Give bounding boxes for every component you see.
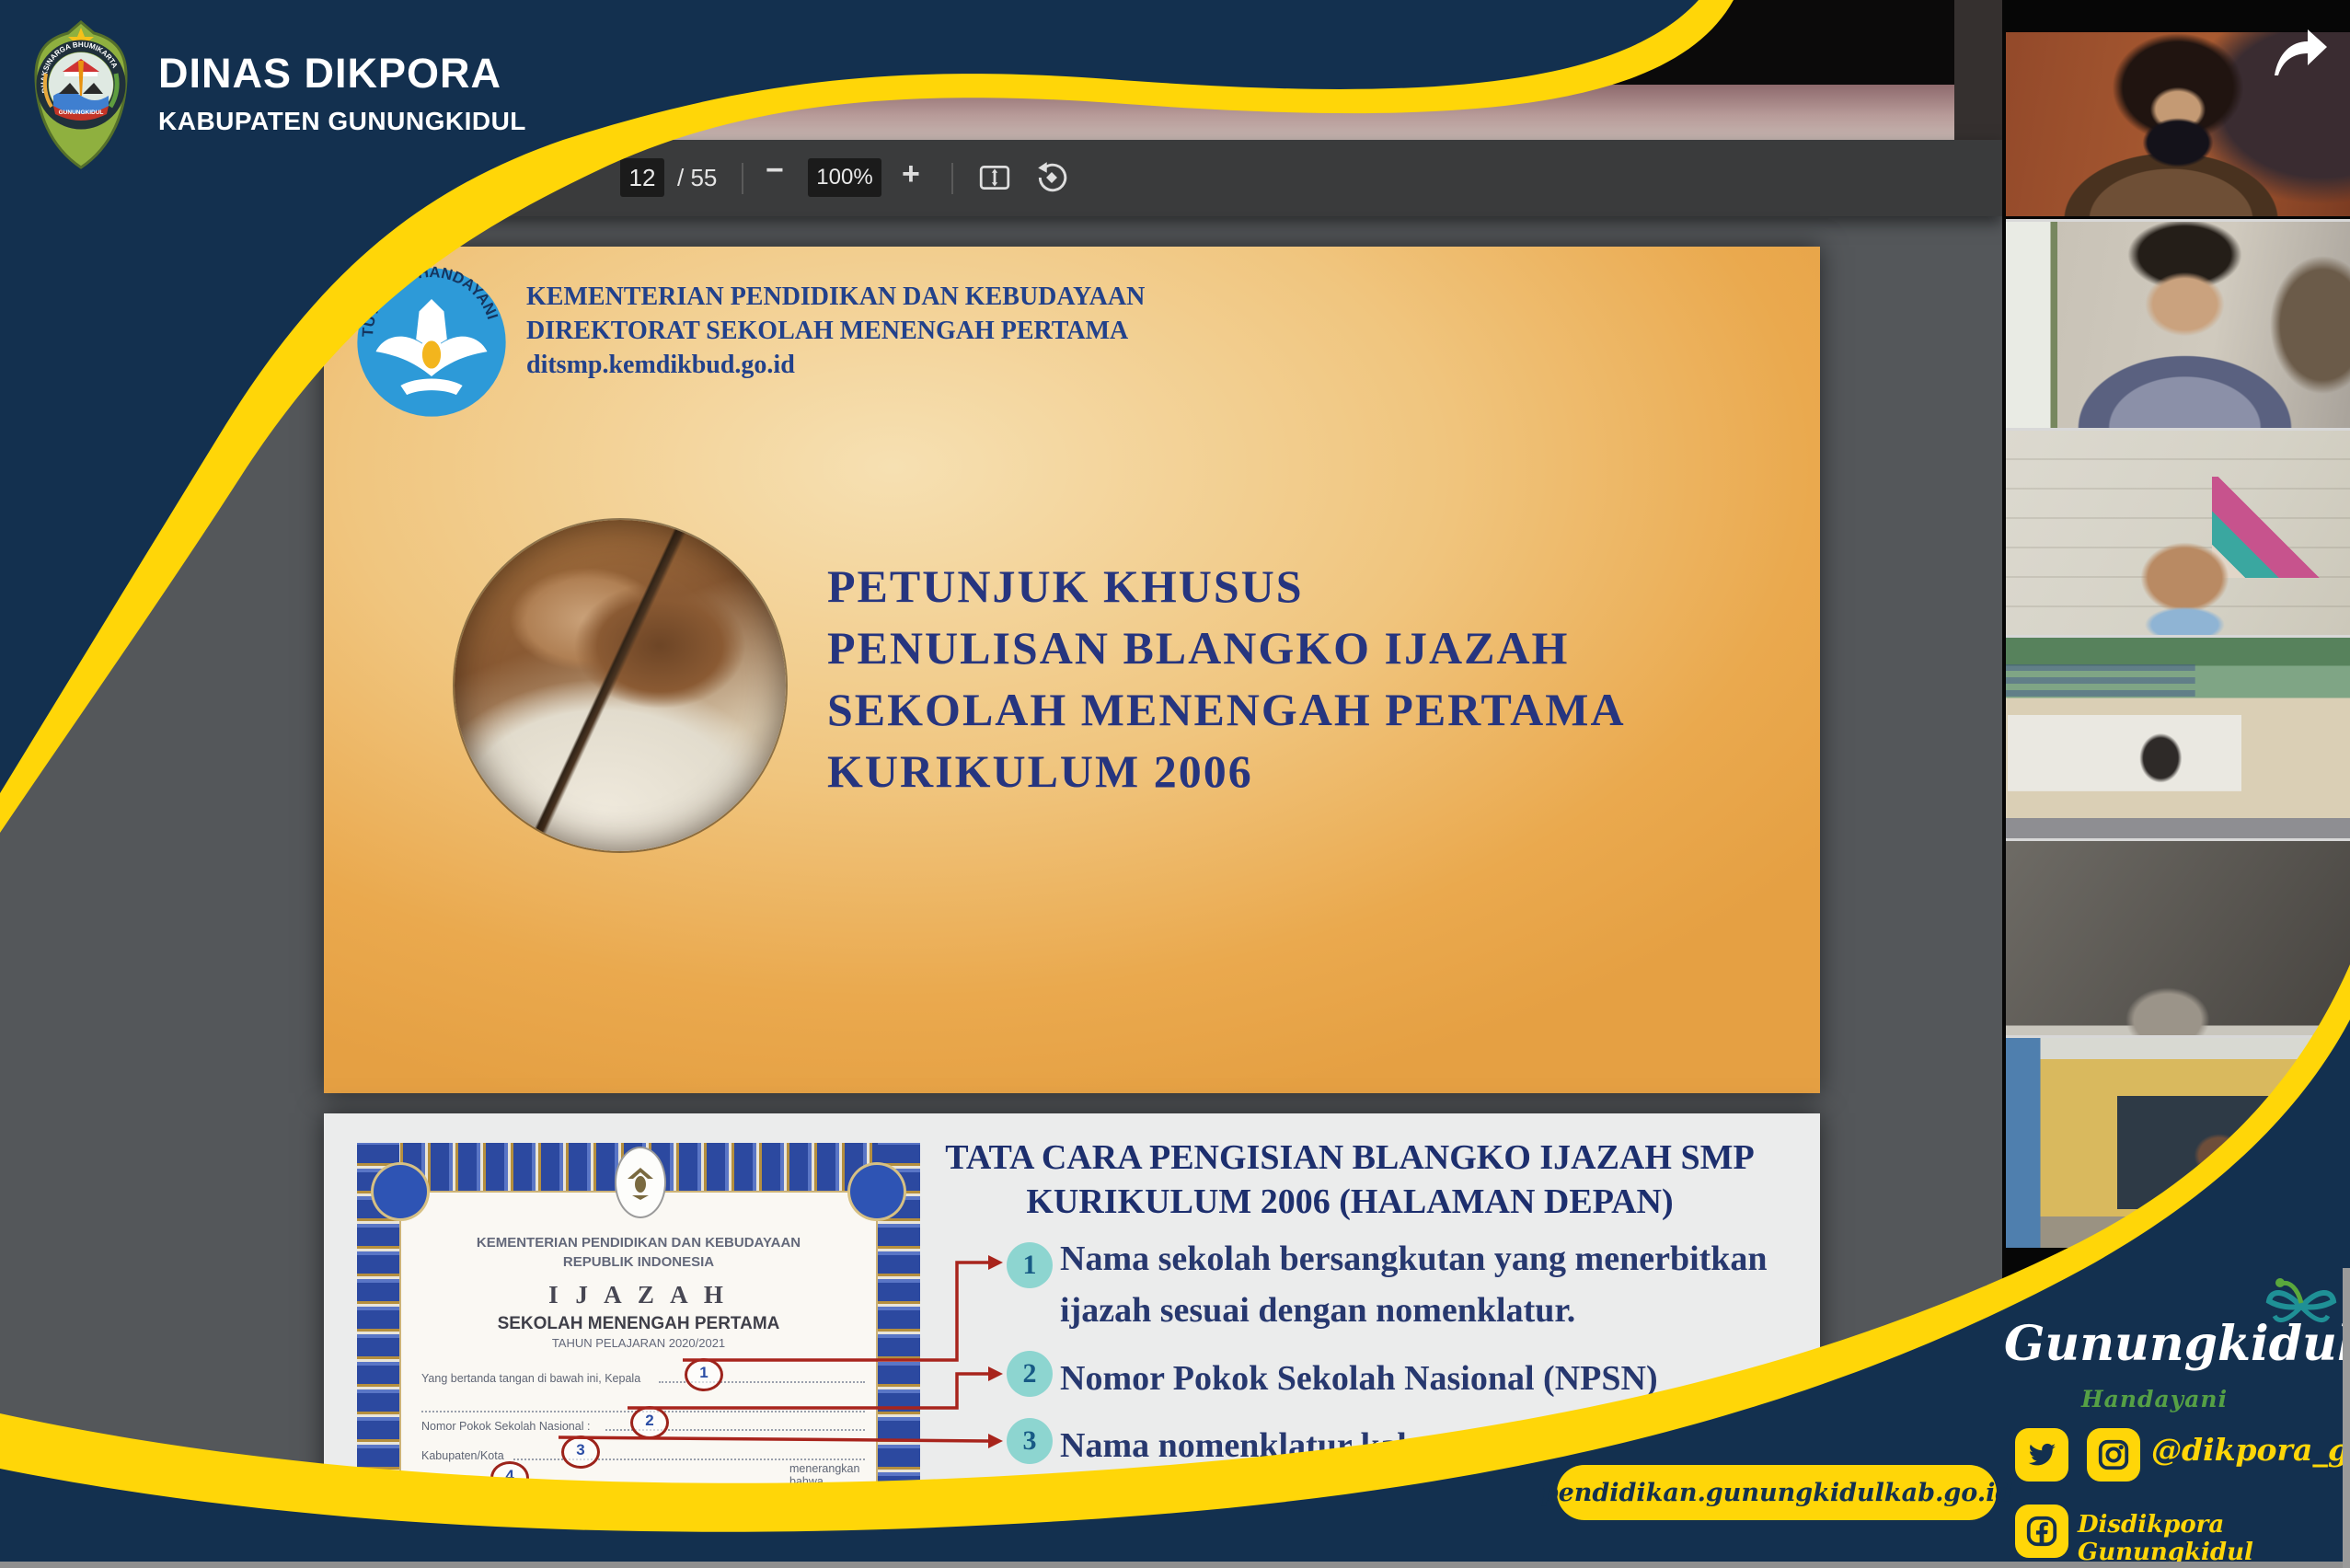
cover-title-line-4: KURIKULUM 2006	[827, 741, 1757, 802]
video-feed-3[interactable]	[2006, 428, 2350, 635]
facebook-icon	[2015, 1505, 2068, 1558]
zoom-level-input[interactable]: 100%	[808, 158, 881, 197]
cover-title-line-3: SEKOLAH MENENGAH PERTAMA	[827, 679, 1757, 741]
hand-writing-photo	[455, 520, 786, 851]
ministry-line-3: ditsmp.kemdikbud.go.id	[526, 348, 1170, 382]
instagram-icon	[2087, 1428, 2140, 1482]
footer-brand: Gunungkidul Handayani @dikpora_gk Disdik…	[1932, 1242, 2350, 1568]
facebook-name: Disdikpora Gunungkidul	[2078, 1511, 2350, 1566]
shield-banner-text: GUNUNGKIDUL	[59, 110, 104, 116]
cover-title-line-2: PENULISAN BLANGKO IJAZAH	[827, 617, 1757, 679]
toolbar-divider	[742, 163, 743, 194]
gunungkidul-wordmark: Gunungkidul	[2004, 1316, 2335, 1372]
fit-to-page-icon[interactable]	[977, 160, 1012, 195]
screen-right-edge	[2343, 1268, 2350, 1568]
zoom-out-button[interactable]: −	[766, 153, 784, 189]
ministry-header: KEMENTERIAN PENDIDIKAN DAN KEBUDAYAAN DI…	[526, 280, 1170, 382]
handayani-tagline: Handayani	[2081, 1386, 2228, 1412]
cover-title-line-1: PETUNJUK KHUSUS	[827, 556, 1757, 617]
video-feed-5[interactable]	[2006, 838, 2350, 1035]
cover-title: PETUNJUK KHUSUS PENULISAN BLANGKO IJAZAH…	[827, 556, 1757, 802]
social-handle: @dikpora_gk	[2151, 1432, 2350, 1468]
rotate-icon[interactable]	[1034, 160, 1069, 195]
website-banner: pendidikan.gunungkidulkab.go.id	[1557, 1465, 1997, 1520]
video-feed-2[interactable]	[2006, 219, 2350, 428]
window-top-right-edge	[1954, 0, 2002, 140]
gunungkidul-shield-logo: DHAKSINARGA BHUMIKARTA GUNUNGKIDUL	[26, 18, 136, 171]
header-brand: DHAKSINARGA BHUMIKARTA GUNUNGKIDUL DINAS…	[0, 0, 736, 202]
share-arrow-icon[interactable]	[2271, 26, 2330, 79]
shared-screen: 12 / 55 − 100% + TUT WURI HANDAYANI	[0, 0, 2002, 1568]
twitter-icon	[2015, 1428, 2068, 1482]
kemdikbud-logo: TUT WURI HANDAYANI	[354, 265, 509, 420]
ministry-line-1: KEMENTERIAN PENDIDIKAN DAN KEBUDAYAAN	[526, 280, 1170, 314]
video-feed-6[interactable]	[2006, 1035, 2350, 1248]
org-title: DINAS DIKPORA	[158, 50, 501, 98]
pdf-page-cover: TUT WURI HANDAYANI KEMENTERIAN PENDIDIKA…	[324, 247, 1820, 1093]
screen-bottom-edge	[0, 1562, 2350, 1568]
ministry-line-2: DIREKTORAT SEKOLAH MENENGAH PERTAMA	[526, 314, 1170, 348]
zoom-in-button[interactable]: +	[902, 156, 920, 192]
org-subtitle: KABUPATEN GUNUNGKIDUL	[158, 107, 526, 136]
toolbar-divider	[951, 163, 953, 194]
video-feed-4[interactable]	[2006, 635, 2350, 838]
